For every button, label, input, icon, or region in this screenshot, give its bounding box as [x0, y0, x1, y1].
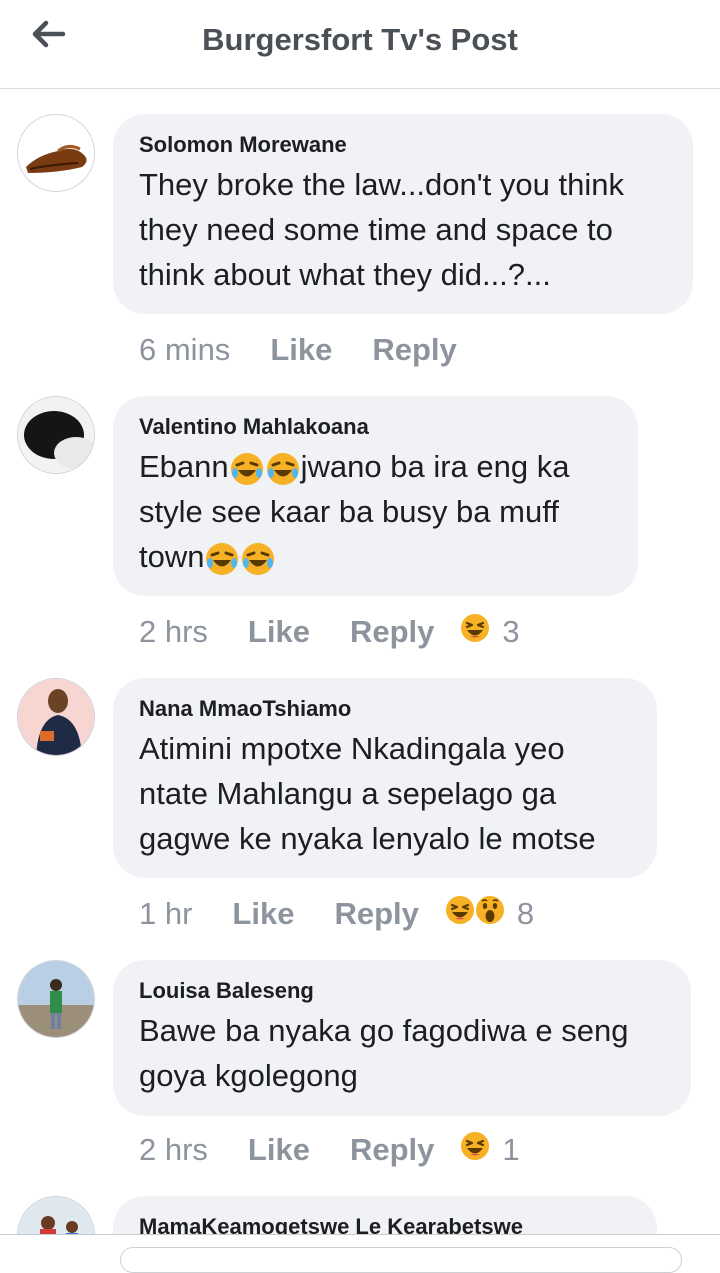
haha-reaction-icon [458, 1129, 492, 1171]
haha-reaction-icon [458, 611, 492, 653]
avatar[interactable] [17, 960, 95, 1038]
comment-author[interactable]: Louisa Baleseng [139, 976, 665, 1006]
comment-actions: 1 hr Like Reply 8 [139, 894, 534, 934]
like-button[interactable]: Like [248, 1132, 310, 1168]
comment-text: Bawe ba nyaka go fagodiwa e seng goya kg… [139, 1013, 629, 1093]
comment-author[interactable]: Solomon Morewane [139, 130, 667, 160]
comment-text: They broke the law...don't you think the… [139, 167, 624, 292]
avatar[interactable] [17, 114, 95, 192]
comment-time[interactable]: 1 hr [139, 896, 192, 932]
reaction-count: 8 [516, 896, 535, 931]
comment-actions: 2 hrs Like Reply 3 [139, 612, 520, 652]
comment-input[interactable] [120, 1247, 682, 1273]
wow-reaction-icon [473, 893, 506, 935]
haha-reaction-icon [443, 893, 476, 935]
reply-button[interactable]: Reply [334, 896, 418, 932]
reply-button[interactable]: Reply [350, 614, 434, 650]
comment-text: Atimini mpotxe Nkadingala yeo ntate Mahl… [139, 731, 596, 856]
comment-bubble: Solomon Morewane They broke the law...do… [113, 114, 693, 314]
reaction-count: 1 [502, 1132, 520, 1167]
reaction-summary[interactable]: 1 [458, 1129, 520, 1171]
comment-bubble: Louisa Baleseng Bawe ba nyaka go fagodiw… [113, 960, 691, 1116]
rolling-laughing-emoji [229, 449, 265, 485]
comment-bubble: Valentino Mahlakoana Ebann jwano ba ira e… [113, 396, 638, 596]
reply-button[interactable]: Reply [372, 332, 456, 368]
comment-author[interactable]: Valentino Mahlakoana [139, 412, 612, 442]
page-title: Burgersfort Tv's Post [202, 22, 518, 57]
like-button[interactable]: Like [232, 896, 294, 932]
comment-bubble: Nana MmaoTshiamo Atimini mpotxe Nkadinga… [113, 678, 657, 878]
comment-composer [0, 1234, 720, 1273]
reaction-summary[interactable]: 3 [458, 611, 520, 653]
comment-text: Ebann jwano ba ira eng ka style see kaar … [139, 444, 619, 579]
comment-time[interactable]: 2 hrs [139, 1132, 208, 1168]
rolling-laughing-emoji [265, 449, 301, 485]
avatar[interactable] [17, 678, 95, 756]
like-button[interactable]: Like [248, 614, 310, 650]
reaction-count: 3 [502, 614, 520, 649]
comment-item: MamaKeamogetswe Le Kearabetswe [0, 1196, 720, 1234]
reply-button[interactable]: Reply [350, 1132, 434, 1168]
rolling-laughing-emoji [204, 539, 240, 575]
comment-text-start: Ebann [139, 449, 229, 484]
rolling-laughing-emoji [240, 539, 276, 575]
comment-author[interactable]: MamaKeamogetswe Le Kearabetswe [139, 1212, 631, 1234]
avatar[interactable] [17, 396, 95, 474]
comment-bubble: MamaKeamogetswe Le Kearabetswe [113, 1196, 657, 1234]
avatar[interactable] [17, 1196, 95, 1234]
like-button[interactable]: Like [270, 332, 332, 368]
comment-time[interactable]: 6 mins [139, 332, 230, 368]
comment-actions: 2 hrs Like Reply 1 [139, 1130, 520, 1170]
comment-actions: 6 mins Like Reply [139, 330, 497, 370]
comment-author[interactable]: Nana MmaoTshiamo [139, 694, 631, 724]
reaction-summary[interactable]: 8 [443, 893, 534, 935]
top-bar: Burgersfort Tv's Post [0, 0, 720, 89]
comment-time[interactable]: 2 hrs [139, 614, 208, 650]
